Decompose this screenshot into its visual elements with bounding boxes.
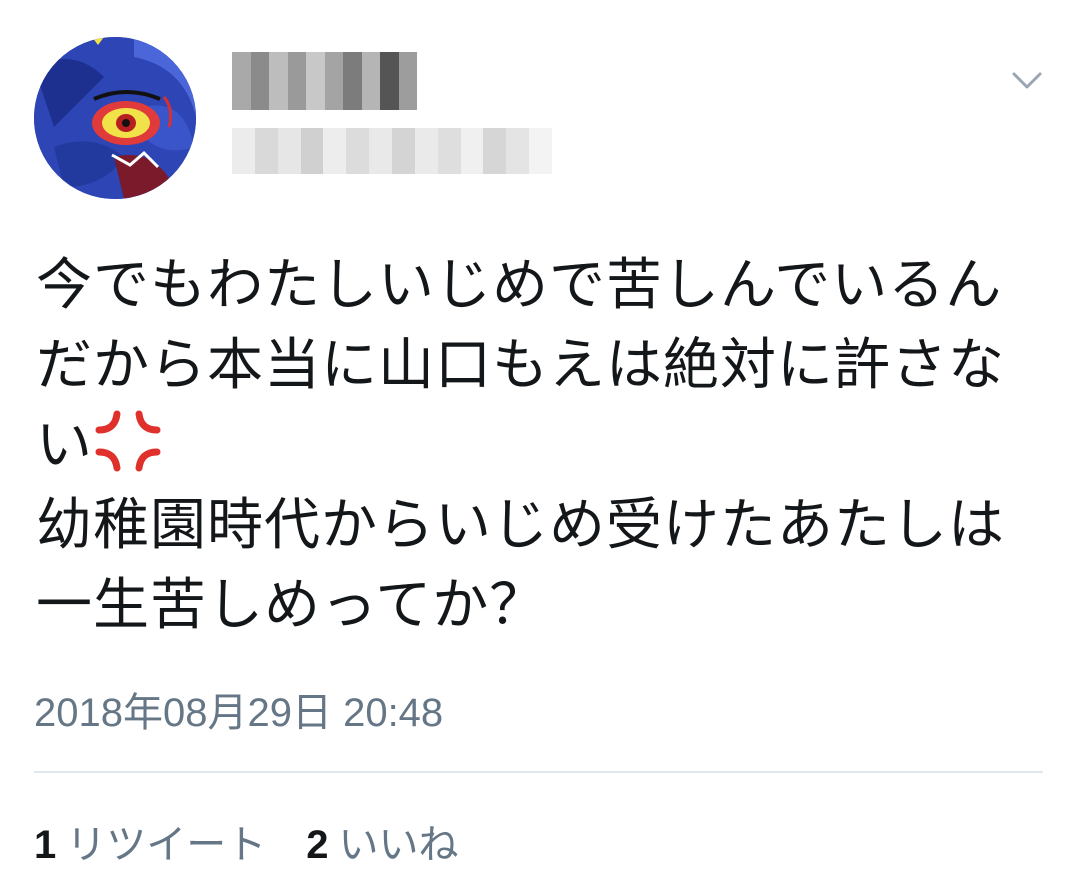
anger-symbol-icon (95, 410, 161, 472)
like-count: 2 (306, 823, 329, 867)
retweet-stat[interactable]: 1 リツイート (34, 812, 266, 870)
like-stat[interactable]: 2 いいね (306, 812, 458, 870)
author-handle-blurred[interactable] (232, 128, 553, 174)
tweet-stats: 1 リツイート 2 いいね (34, 812, 459, 870)
tweet-timestamp[interactable]: 2018年08月29日 20:48 (34, 680, 443, 738)
tweet-text: 今でもわたしいじめで苦しんでいるんだから本当に山口もえは絶対に許さない 幼稚園時… (36, 246, 1046, 646)
tweet-detail: 今でもわたしいじめで苦しんでいるんだから本当に山口もえは絶対に許さない 幼稚園時… (0, 0, 1077, 888)
like-label: いいね (338, 822, 459, 868)
chevron-down-icon[interactable] (1010, 68, 1044, 94)
divider (34, 771, 1043, 773)
handle-pixelation (232, 128, 553, 174)
user-avatar-icon (34, 37, 196, 199)
tweet-text-continued: 幼稚園時代からいじめ受けたあたしは一生苦しめってか？ (36, 493, 1005, 638)
retweet-label: リツイート (66, 822, 267, 868)
author-name-blurred[interactable] (232, 52, 417, 110)
name-pixelation (232, 52, 417, 110)
user-avatar[interactable] (34, 37, 196, 199)
tweet-text-main: 今でもわたしいじめで苦しんでいるんだから本当に山口もえは絶対に許さない (36, 253, 1005, 478)
retweet-count: 1 (34, 823, 57, 867)
